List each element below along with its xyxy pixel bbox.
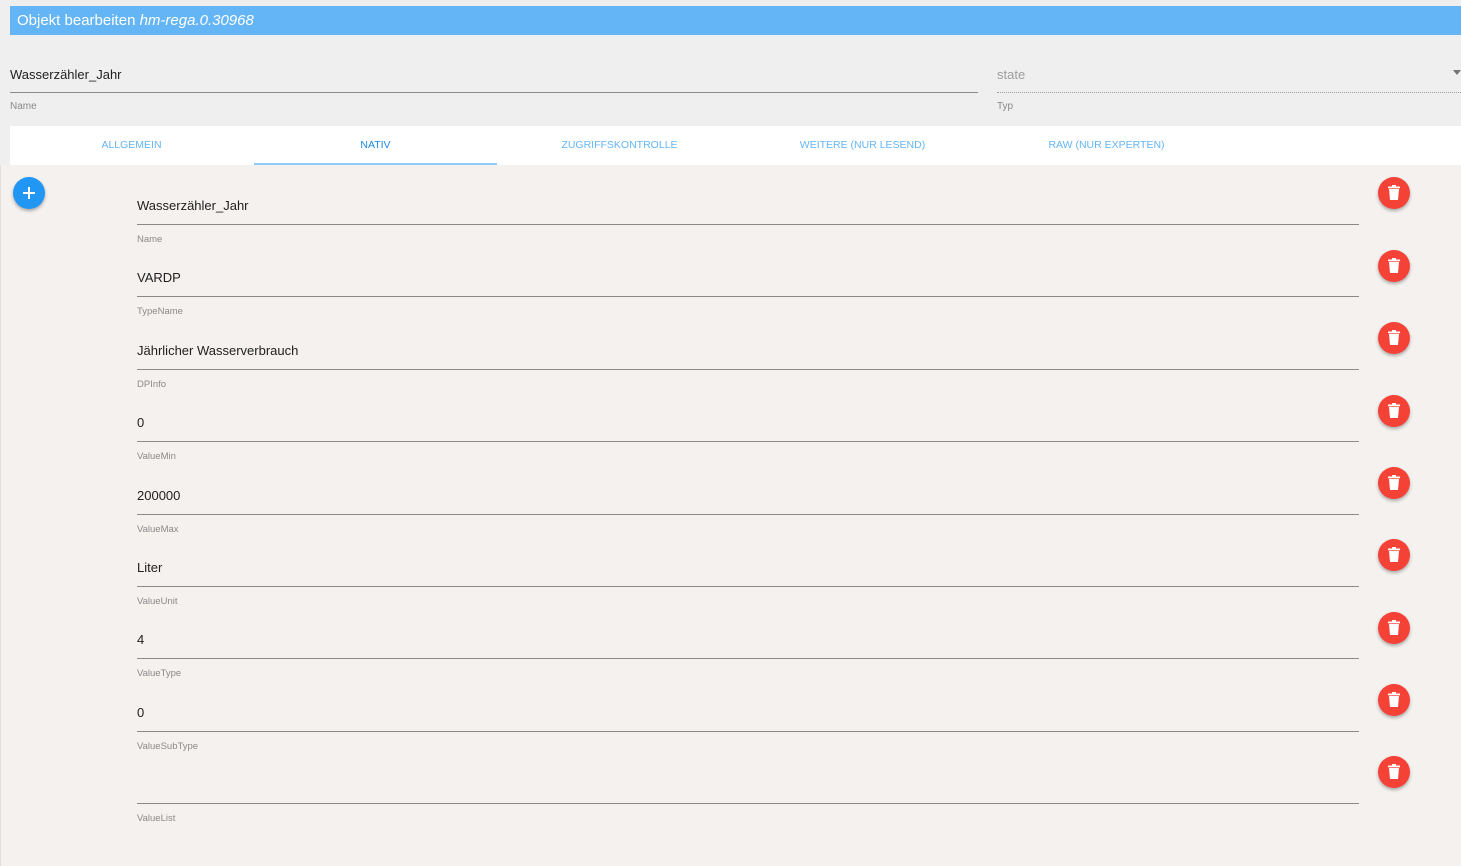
- edit-object-dialog: Objekt bearbeiten hm-rega.0.30968 Wasser…: [0, 0, 1461, 866]
- field-underline: [137, 296, 1359, 297]
- field-label: ValueMax: [137, 524, 179, 535]
- delete-valuesubtype-button[interactable]: [1378, 684, 1410, 716]
- delete-valuelist-button[interactable]: [1378, 756, 1410, 788]
- delete-valuemax-button[interactable]: [1378, 467, 1410, 499]
- field-underline: [137, 224, 1359, 225]
- native-field-valuesubtype[interactable]: 0 ValueSubType: [137, 681, 1359, 753]
- trash-icon: [1388, 547, 1400, 562]
- object-name-field[interactable]: Wasserzähler_Jahr Name: [10, 58, 978, 116]
- field-label: Name: [137, 234, 163, 245]
- native-field-name[interactable]: Wasserzähler_Jahr Name: [137, 174, 1359, 246]
- field-label: ValueSubType: [137, 741, 199, 752]
- field-label: ValueMin: [137, 451, 176, 462]
- field-value[interactable]: Jährlicher Wasserverbrauch: [137, 343, 298, 358]
- delete-valueunit-button[interactable]: [1378, 539, 1410, 571]
- trash-icon: [1388, 620, 1400, 635]
- field-underline: [137, 803, 1359, 804]
- field-underline: [137, 441, 1359, 442]
- field-value[interactable]: 4: [137, 632, 144, 647]
- field-underline: [137, 514, 1359, 515]
- tab-allgemein[interactable]: Allgemein: [10, 126, 253, 165]
- tab-bar: Allgemein Nativ Zugriffskontrolle Weiter…: [10, 126, 1461, 165]
- object-type-value[interactable]: state: [997, 67, 1025, 82]
- object-type-underline: [997, 92, 1461, 93]
- trash-icon: [1388, 692, 1400, 707]
- field-label: DPInfo: [137, 379, 167, 390]
- field-value[interactable]: 200000: [137, 488, 180, 503]
- tab-zugriffskontrolle[interactable]: Zugriffskontrolle: [498, 126, 741, 165]
- delete-valuetype-button[interactable]: [1378, 612, 1410, 644]
- native-field-valuemin[interactable]: 0 ValueMin: [137, 391, 1359, 463]
- trash-icon: [1388, 403, 1400, 418]
- plus-icon: [23, 187, 35, 199]
- delete-typename-button[interactable]: [1378, 250, 1410, 282]
- object-name-underline: [10, 92, 978, 93]
- object-name-label: Name: [10, 101, 37, 112]
- object-type-label: Typ: [997, 101, 1014, 112]
- field-label: ValueList: [137, 813, 176, 824]
- object-name-value[interactable]: Wasserzähler_Jahr: [10, 67, 122, 82]
- tab-raw[interactable]: Raw (nur Experten): [985, 126, 1228, 165]
- field-underline: [137, 369, 1359, 370]
- field-value[interactable]: Liter: [137, 560, 162, 575]
- add-attribute-button[interactable]: [13, 177, 45, 209]
- trash-icon: [1388, 258, 1400, 273]
- field-label: ValueUnit: [137, 596, 178, 607]
- trash-icon: [1388, 185, 1400, 200]
- trash-icon: [1388, 330, 1400, 345]
- field-underline: [137, 731, 1359, 732]
- tab-nativ[interactable]: Nativ: [254, 126, 497, 165]
- native-field-valueunit[interactable]: Liter ValueUnit: [137, 536, 1359, 608]
- delete-valuemin-button[interactable]: [1378, 395, 1410, 427]
- native-field-dpinfo[interactable]: Jährlicher Wasserverbrauch DPInfo: [137, 319, 1359, 391]
- object-type-select[interactable]: state Typ: [997, 58, 1461, 116]
- tab-weitere[interactable]: Weitere (nur lesend): [741, 126, 984, 165]
- chevron-down-icon[interactable]: [1453, 70, 1461, 75]
- field-value[interactable]: VARDP: [137, 270, 181, 285]
- dialog-title: Objekt bearbeiten hm-rega.0.30968: [10, 6, 1461, 35]
- dialog-title-prefix: Objekt bearbeiten: [17, 12, 136, 29]
- field-underline: [137, 658, 1359, 659]
- field-label: TypeName: [137, 306, 183, 317]
- field-value[interactable]: 0: [137, 415, 144, 430]
- native-field-typename[interactable]: VARDP TypeName: [137, 246, 1359, 318]
- delete-dpinfo-button[interactable]: [1378, 322, 1410, 354]
- native-field-valuemax[interactable]: 200000 ValueMax: [137, 464, 1359, 536]
- field-label: ValueType: [137, 668, 182, 679]
- delete-name-button[interactable]: [1378, 177, 1410, 209]
- native-field-valuelist[interactable]: ValueList: [137, 753, 1359, 825]
- trash-icon: [1388, 764, 1400, 779]
- field-value[interactable]: 0: [137, 705, 144, 720]
- native-field-valuetype[interactable]: 4 ValueType: [137, 608, 1359, 680]
- field-underline: [137, 586, 1359, 587]
- dialog-object-id: hm-rega.0.30968: [139, 12, 254, 29]
- field-value[interactable]: Wasserzähler_Jahr: [137, 198, 249, 213]
- trash-icon: [1388, 475, 1400, 490]
